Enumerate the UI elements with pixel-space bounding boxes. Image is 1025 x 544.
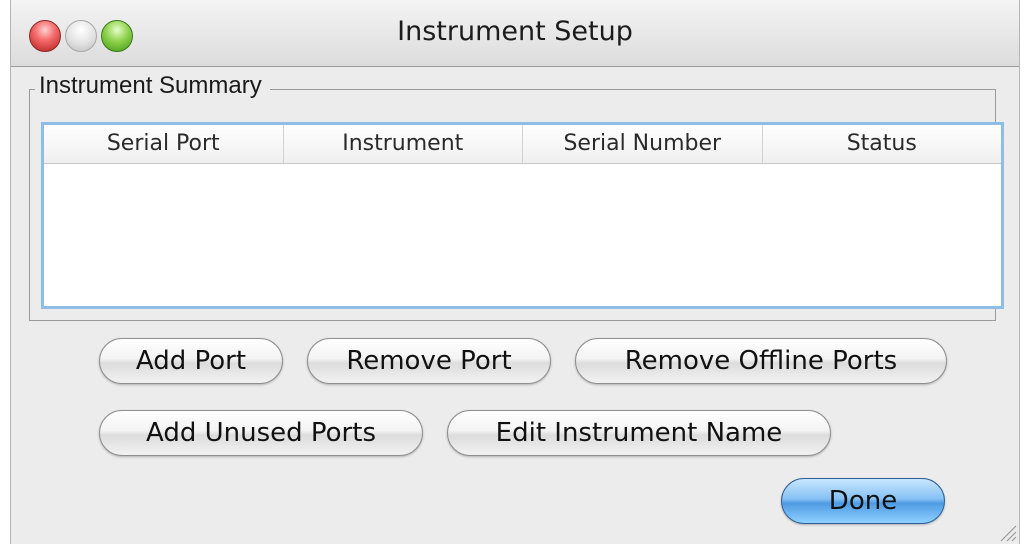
- remove-offline-ports-button[interactable]: Remove Offline Ports: [575, 338, 947, 384]
- column-header-serial-number[interactable]: Serial Number: [523, 125, 763, 163]
- table-header: Serial Port Instrument Serial Number Sta…: [44, 125, 1001, 164]
- column-header-status[interactable]: Status: [763, 125, 1002, 163]
- instrument-summary-legend: Instrument Summary: [35, 72, 270, 100]
- instrument-setup-window: Instrument Setup Instrument Summary Seri…: [10, 0, 1020, 544]
- resize-grip-icon[interactable]: [997, 522, 1017, 542]
- column-header-instrument[interactable]: Instrument: [284, 125, 523, 163]
- remove-port-button[interactable]: Remove Port: [307, 338, 551, 384]
- window-title: Instrument Setup: [397, 16, 633, 47]
- add-port-button[interactable]: Add Port: [99, 338, 283, 384]
- done-button[interactable]: Done: [781, 478, 945, 524]
- add-unused-ports-button[interactable]: Add Unused Ports: [99, 410, 423, 456]
- instrument-summary-table[interactable]: Serial Port Instrument Serial Number Sta…: [41, 122, 1004, 309]
- edit-instrument-name-button[interactable]: Edit Instrument Name: [447, 410, 831, 456]
- title-bar[interactable]: Instrument Setup: [11, 0, 1019, 67]
- column-header-serial-port[interactable]: Serial Port: [44, 125, 284, 163]
